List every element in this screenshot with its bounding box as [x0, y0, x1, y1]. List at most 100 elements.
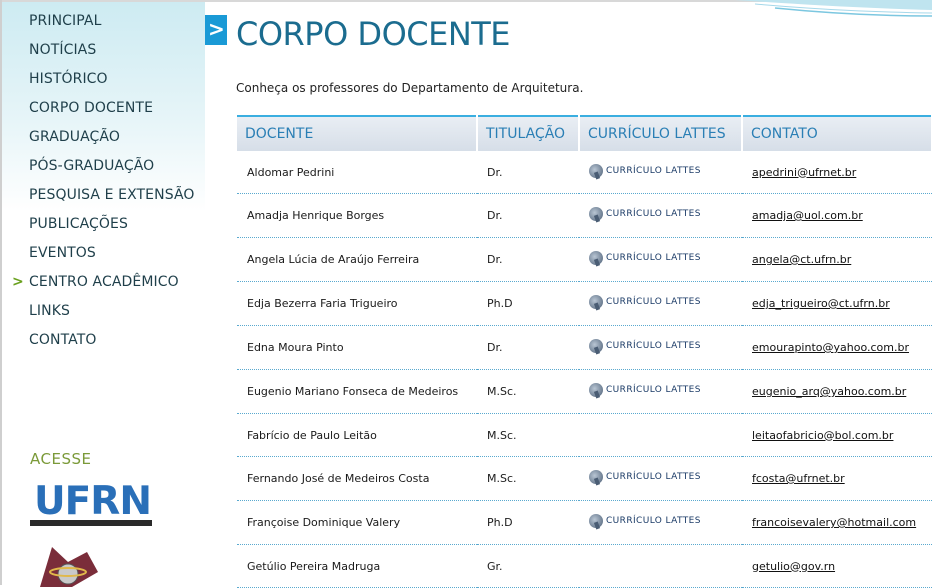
page-title: CORPO DOCENTE — [236, 15, 511, 53]
email-link[interactable]: angela@ct.ufrn.br — [752, 253, 851, 266]
sidebar-item-6[interactable]: PESQUISA E EXTENSÃO — [2, 183, 205, 212]
lattes-cell: CURRÍCULO LATTES — [579, 151, 742, 194]
docente-titulacao: Dr. — [477, 151, 579, 194]
sidebar-item-11[interactable]: CONTATO — [2, 328, 205, 357]
sidebar-item-2[interactable]: HISTÓRICO — [2, 67, 205, 96]
faculty-table: DOCENTE TITULAÇÃO CURRÍCULO LATTES CONTA… — [237, 115, 932, 588]
sidebar-item-label: PUBLICAÇÕES — [29, 216, 128, 232]
contato-cell: amadja@uol.com.br — [742, 193, 932, 238]
contato-cell: emourapinto@yahoo.com.br — [742, 325, 932, 370]
sidebar-item-5[interactable]: PÓS-GRADUAÇÃO — [2, 154, 205, 183]
sidebar-item-0[interactable]: PRINCIPAL — [2, 9, 205, 38]
lattes-cell: CURRÍCULO LATTES — [579, 237, 742, 282]
lattes-link[interactable]: CURRÍCULO LATTES — [589, 470, 701, 484]
lattes-label: CURRÍCULO LATTES — [606, 209, 701, 219]
docente-name: Aldomar Pedrini — [237, 151, 477, 194]
lattes-cell — [579, 544, 742, 588]
contato-cell: francoisevalery@hotmail.com — [742, 500, 932, 545]
table-row: Fabrício de Paulo Leitão M.Sc. leitaofabri… — [237, 413, 932, 457]
email-link[interactable]: getulio@gov.rn — [752, 560, 835, 573]
header-decoration — [735, 0, 932, 17]
lattes-link[interactable]: CURRÍCULO LATTES — [589, 295, 701, 309]
docente-titulacao: Dr. — [477, 325, 579, 370]
email-link[interactable]: apedrini@ufrnet.br — [752, 166, 856, 179]
sidebar-item-label: CENTRO ACADÊMICO — [29, 274, 179, 290]
table-row: Fernando José de Medeiros Costa M.Sc. CURR… — [237, 456, 932, 501]
docente-titulacao: M.Sc. — [477, 369, 579, 414]
sidebar-item-3[interactable]: CORPO DOCENTE — [2, 96, 205, 125]
email-link[interactable]: francoisevalery@hotmail.com — [752, 516, 916, 529]
email-link[interactable]: leitaofabricio@bol.com.br — [752, 429, 893, 442]
lattes-label: CURRÍCULO LATTES — [606, 341, 701, 351]
sidebar-item-7[interactable]: PUBLICAÇÕES — [2, 212, 205, 241]
docente-titulacao: Dr. — [477, 237, 579, 282]
lattes-label: CURRÍCULO LATTES — [606, 253, 701, 263]
lattes-icon — [589, 207, 603, 221]
sidebar-item-label: CONTATO — [29, 332, 97, 348]
active-arrow-icon: > — [12, 274, 24, 290]
lattes-icon — [589, 163, 603, 178]
email-link[interactable]: eugenio_arq@yahoo.com.br — [752, 385, 906, 398]
header-curriculo-lattes: CURRÍCULO LATTES — [579, 115, 743, 151]
lattes-icon — [589, 295, 603, 309]
ufrn-logo-tagline-bar — [30, 520, 152, 526]
docente-name: Eugenio Mariano Fonseca de Medeiros — [237, 369, 477, 414]
sidebar-item-label: PRINCIPAL — [29, 13, 102, 29]
docente-name: Getúlio Pereira Madruga — [237, 544, 477, 588]
email-link[interactable]: fcosta@ufrnet.br — [752, 472, 845, 485]
table-row: Aldomar Pedrini Dr. CURRÍCULO LATTES apedri… — [237, 151, 932, 194]
sidebar-item-9[interactable]: > CENTRO ACADÊMICO — [2, 270, 205, 299]
email-link[interactable]: edja_trigueiro@ct.ufrn.br — [752, 297, 890, 310]
lattes-link[interactable]: CURRÍCULO LATTES — [589, 383, 701, 397]
sidebar: PRINCIPAL NOTÍCIAS HISTÓRICO CORPO DOCENTE G… — [2, 2, 205, 587]
sidebar-item-label: PESQUISA E EXTENSÃO — [29, 187, 195, 203]
sidebar-item-label: CORPO DOCENTE — [29, 100, 154, 116]
docente-name: Françoise Dominique Valery — [237, 500, 477, 545]
lattes-cell: CURRÍCULO LATTES — [579, 281, 742, 326]
sidebar-item-8[interactable]: EVENTOS — [2, 241, 205, 270]
table-row: Edja Bezerra Faria Trigueiro Ph.D CURRÍCUL… — [237, 281, 932, 326]
header-contato: CONTATO — [742, 115, 932, 151]
docente-titulacao: Dr. — [477, 193, 579, 238]
docente-name: Edja Bezerra Faria Trigueiro — [237, 281, 477, 326]
table-row: Françoise Dominique Valery Ph.D CURRÍCULO … — [237, 500, 932, 545]
header-docente: DOCENTE — [237, 115, 478, 151]
ufrn-logo[interactable]: UFRN — [30, 480, 154, 530]
contato-cell: angela@ct.ufrn.br — [742, 237, 932, 282]
lattes-link[interactable]: CURRÍCULO LATTES — [589, 207, 701, 221]
lattes-link[interactable]: CURRÍCULO LATTES — [589, 514, 701, 528]
lattes-icon — [589, 470, 603, 484]
docente-titulacao: Ph.D — [477, 281, 579, 326]
docente-name: Edna Moura Pinto — [237, 325, 477, 370]
contato-cell: apedrini@ufrnet.br — [742, 151, 932, 194]
contato-cell: edja_trigueiro@ct.ufrn.br — [742, 281, 932, 326]
docente-name: Angela Lúcia de Araújo Ferreira — [237, 237, 477, 282]
department-logo[interactable] — [32, 542, 102, 587]
contato-cell: eugenio_arq@yahoo.com.br — [742, 369, 932, 414]
sidebar-item-label: PÓS-GRADUAÇÃO — [29, 158, 155, 174]
contato-cell: leitaofabricio@bol.com.br — [742, 413, 932, 457]
lattes-link[interactable]: CURRÍCULO LATTES — [589, 339, 701, 353]
lattes-cell: CURRÍCULO LATTES — [579, 369, 742, 414]
docente-name: Fernando José de Medeiros Costa — [237, 456, 477, 501]
table-row: Angela Lúcia de Araújo Ferreira Dr. CURRÍC… — [237, 237, 932, 282]
email-link[interactable]: emourapinto@yahoo.com.br — [752, 341, 909, 354]
email-link[interactable]: amadja@uol.com.br — [752, 209, 863, 222]
acesse-heading: ACESSE — [30, 450, 92, 468]
docente-name: Fabrício de Paulo Leitão — [237, 413, 477, 457]
contato-cell: getulio@gov.rn — [742, 544, 932, 588]
lattes-cell: CURRÍCULO LATTES — [579, 193, 742, 238]
table-row: Amadja Henrique Borges Dr. CURRÍCULO LATTE… — [237, 193, 932, 238]
faculty-table-body: Aldomar Pedrini Dr. CURRÍCULO LATTES apedri… — [237, 151, 932, 588]
docente-titulacao: Gr. — [477, 544, 579, 588]
lattes-cell: CURRÍCULO LATTES — [579, 456, 742, 501]
sidebar-item-label: HISTÓRICO — [29, 71, 108, 87]
lattes-label: CURRÍCULO LATTES — [606, 297, 701, 307]
lattes-link[interactable]: CURRÍCULO LATTES — [589, 251, 701, 265]
docente-titulacao: Ph.D — [477, 500, 579, 545]
lattes-link[interactable]: CURRÍCULO LATTES — [589, 163, 701, 178]
sidebar-item-1[interactable]: NOTÍCIAS — [2, 38, 205, 67]
sidebar-item-10[interactable]: LINKS — [2, 299, 205, 328]
sidebar-item-4[interactable]: GRADUAÇÃO — [2, 125, 205, 154]
docente-titulacao: M.Sc. — [477, 413, 579, 457]
